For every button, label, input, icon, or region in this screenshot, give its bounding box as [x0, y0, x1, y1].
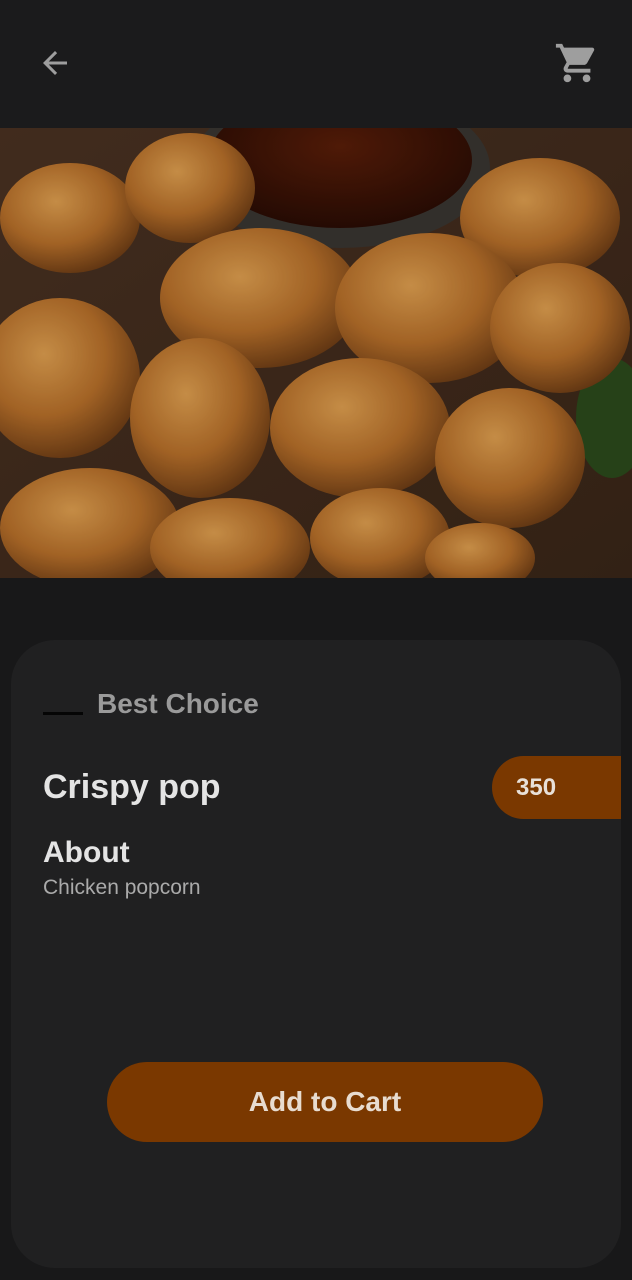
- cart-button[interactable]: [550, 36, 604, 90]
- product-name: Crispy pop: [43, 768, 221, 806]
- arrow-left-icon: [43, 51, 67, 75]
- product-description: Chicken popcorn: [43, 876, 201, 899]
- product-image: [0, 128, 632, 578]
- add-to-cart-button[interactable]: Add to Cart: [107, 1062, 543, 1142]
- back-button[interactable]: [30, 38, 80, 88]
- tag-divider: [43, 712, 83, 715]
- app-bar: [0, 0, 632, 128]
- about-heading: About: [43, 836, 130, 869]
- product-tag: Best Choice: [97, 688, 259, 719]
- shopping-cart-icon: [555, 43, 595, 83]
- price-badge: 350: [492, 756, 621, 819]
- product-details-card: Best Choice Crispy pop 350 About Chicken…: [11, 640, 621, 1268]
